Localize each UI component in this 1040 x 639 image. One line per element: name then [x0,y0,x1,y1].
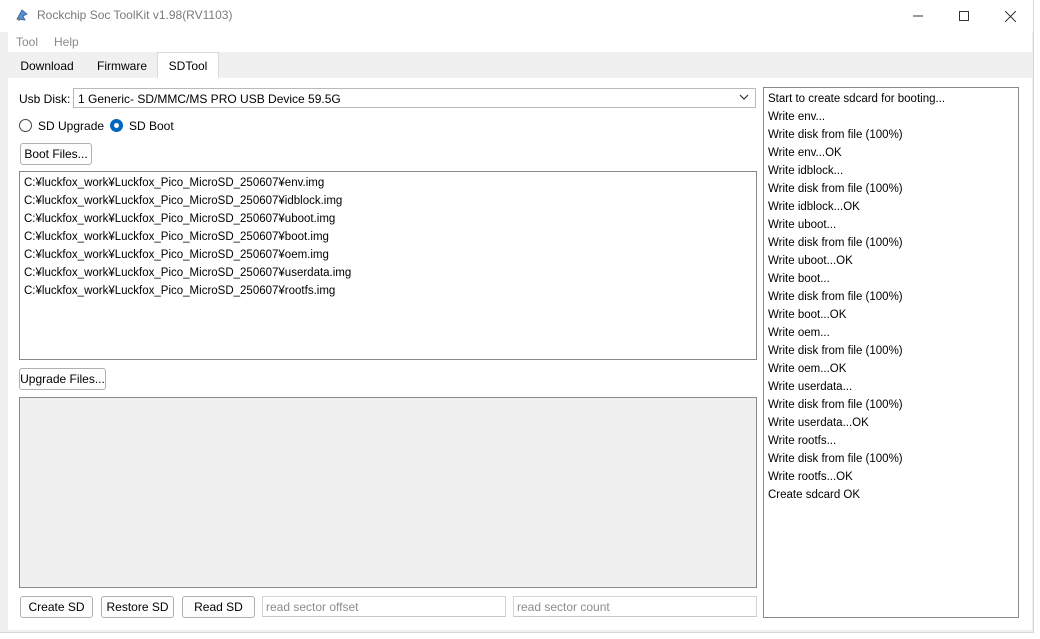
sd-boot-radio[interactable] [110,119,123,132]
close-icon [1004,10,1016,22]
usb-disk-label: Usb Disk: [19,92,71,106]
list-item[interactable]: C:¥luckfox_work¥Luckfox_Pico_MicroSD_250… [20,174,756,192]
menu-help[interactable]: Help [54,35,79,49]
sd-boot-label[interactable]: SD Boot [129,119,174,133]
restore-sd-button[interactable]: Restore SD [101,596,174,618]
usb-disk-value: 1 Generic- SD/MMC/MS PRO USB Device 59.5… [78,92,341,106]
log-line: Write userdata... [768,381,853,393]
log-line: Write userdata...OK [768,417,869,429]
tab-sdtool[interactable]: SDTool [157,52,219,78]
menu-tool[interactable]: Tool [16,35,38,49]
log-line: Write disk from file (100%) [768,129,903,141]
boot-files-list[interactable]: C:¥luckfox_work¥Luckfox_Pico_MicroSD_250… [19,171,757,360]
create-sd-button[interactable]: Create SD [20,596,93,618]
log-line: Write disk from file (100%) [768,345,903,357]
log-line: Start to create sdcard for booting... [768,93,946,105]
list-item[interactable]: C:¥luckfox_work¥Luckfox_Pico_MicroSD_250… [20,210,756,228]
log-line: Write env...OK [768,147,842,159]
list-item[interactable]: C:¥luckfox_work¥Luckfox_Pico_MicroSD_250… [20,228,756,246]
sd-upgrade-radio[interactable] [19,119,32,132]
read-sd-button[interactable]: Read SD [182,596,255,618]
list-item[interactable]: C:¥luckfox_work¥Luckfox_Pico_MicroSD_250… [20,264,756,282]
minimize-button[interactable] [895,0,941,32]
log-line: Write disk from file (100%) [768,399,903,411]
tab-strip: Download Firmware SDTool [8,52,1032,79]
log-line: Write idblock...OK [768,201,860,213]
log-line: Write disk from file (100%) [768,183,903,195]
log-line: Write oem...OK [768,363,847,375]
upgrade-files-button[interactable]: Upgrade Files... [19,368,106,390]
window-title: Rockchip Soc ToolKit v1.98(RV1103) [37,8,233,22]
log-line: Write disk from file (100%) [768,237,903,249]
close-button[interactable] [987,0,1033,32]
maximize-button[interactable] [941,0,987,32]
app-window: Rockchip Soc ToolKit v1.98(RV1103) Tool … [0,0,1034,633]
menu-bar: Tool Help [8,32,1032,52]
log-line: Write disk from file (100%) [768,453,903,465]
log-line: Write disk from file (100%) [768,291,903,303]
log-line: Create sdcard OK [768,489,861,501]
upgrade-files-list[interactable] [19,397,757,588]
log-output[interactable]: Start to create sdcard for booting... Wr… [763,87,1019,618]
log-line: Write env... [768,111,826,123]
log-line: Write uboot... [768,219,837,231]
log-line: Write rootfs... [768,435,837,447]
log-line: Write boot... [768,273,830,285]
list-item[interactable]: C:¥luckfox_work¥Luckfox_Pico_MicroSD_250… [20,192,756,210]
boot-files-button[interactable]: Boot Files... [20,143,92,165]
rockchip-app-icon [15,8,29,22]
log-line: Write uboot...OK [768,255,853,267]
list-item[interactable]: C:¥luckfox_work¥Luckfox_Pico_MicroSD_250… [20,246,756,264]
chevron-down-icon [739,94,749,100]
usb-disk-select[interactable]: 1 Generic- SD/MMC/MS PRO USB Device 59.5… [73,88,756,108]
read-sector-count-input[interactable] [513,596,757,617]
log-line: Write boot...OK [768,309,847,321]
tab-download[interactable]: Download [10,54,84,78]
read-sector-offset-input[interactable] [262,596,506,617]
log-line: Write rootfs...OK [768,471,853,483]
title-bar[interactable]: Rockchip Soc ToolKit v1.98(RV1103) [0,0,1033,32]
log-line: Write idblock... [768,165,844,177]
maximize-icon [959,11,969,21]
minimize-icon [913,15,923,17]
log-line: Write oem... [768,327,830,339]
list-item[interactable]: C:¥luckfox_work¥Luckfox_Pico_MicroSD_250… [20,282,756,300]
sd-upgrade-label[interactable]: SD Upgrade [38,119,104,133]
tab-firmware[interactable]: Firmware [86,54,158,78]
